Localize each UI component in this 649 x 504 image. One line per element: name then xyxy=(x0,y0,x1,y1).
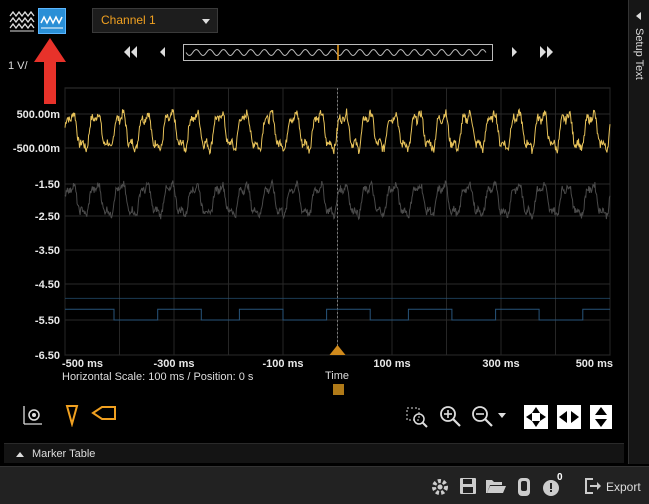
channel-select-value: Channel 1 xyxy=(101,13,156,27)
fit-vertical-icon[interactable] xyxy=(589,404,613,430)
overview-line xyxy=(185,48,487,57)
setup-text-tab[interactable]: Setup Text xyxy=(629,24,649,94)
x-tick-label: 300 ms xyxy=(482,358,519,370)
time-axis-label: Time xyxy=(325,370,350,382)
x-tick-label: -300 ms xyxy=(154,358,195,370)
y-tick-label: -2.50 xyxy=(35,211,60,223)
export-icon[interactable] xyxy=(584,477,602,495)
zoom-region-icon[interactable] xyxy=(405,406,429,428)
x-tick-label: 100 ms xyxy=(373,358,410,370)
save-icon[interactable] xyxy=(459,477,477,495)
x-tick-label: -100 ms xyxy=(263,358,304,370)
zoom-in-icon[interactable] xyxy=(438,404,462,428)
y-tick-label: -4.50 xyxy=(35,279,60,291)
vertical-scale-label: 1 V/ xyxy=(8,60,28,72)
waveform-single-icon xyxy=(40,15,63,29)
x-tick-label: 500 ms xyxy=(576,358,613,370)
vertical-marker-icon[interactable] xyxy=(64,403,80,427)
chevron-up-icon xyxy=(16,452,24,457)
step-back-icon[interactable] xyxy=(154,44,172,60)
chevron-down-icon[interactable] xyxy=(497,412,507,420)
y-tick-label: -500.00m xyxy=(13,143,60,155)
setup-text-label: Setup Text xyxy=(633,28,645,80)
step-forward-icon[interactable] xyxy=(505,44,523,60)
notification-badge: 0 xyxy=(557,472,563,483)
folder-open-icon[interactable] xyxy=(485,477,507,495)
y-tick-label: -6.50 xyxy=(35,350,60,362)
marker-table-toggle[interactable]: Marker Table xyxy=(4,443,624,463)
waveform-plot[interactable]: 500.00m -500.00m -1.50 -2.50 -3.50 -4.50 -5.50… xyxy=(0,76,628,376)
marker-table-label: Marker Table xyxy=(32,448,96,460)
overview-waveform xyxy=(185,45,487,60)
horizontal-scale-text: Horizontal Scale: 100 ms / Position: 0 s xyxy=(62,371,254,383)
waveform-overlay-icon xyxy=(9,10,35,32)
zoom-out-icon[interactable] xyxy=(470,404,494,428)
y-tick-label: -5.50 xyxy=(35,315,60,327)
horizontal-marker-icon[interactable] xyxy=(90,404,118,422)
time-position-button[interactable] xyxy=(333,384,344,395)
y-tick-label: -1.50 xyxy=(35,179,60,191)
device-icon[interactable] xyxy=(515,477,533,497)
setup-text-panel[interactable]: Setup Text xyxy=(628,0,649,464)
waveform-overlay-button[interactable] xyxy=(8,8,36,34)
forward-fast-icon[interactable] xyxy=(537,44,555,60)
export-label: Export xyxy=(606,480,641,494)
annotation-arrow-icon xyxy=(34,38,66,104)
gear-icon[interactable] xyxy=(430,477,450,497)
channel-select[interactable]: Channel 1 xyxy=(92,8,218,33)
chevron-left-icon[interactable] xyxy=(636,12,641,20)
chevron-down-icon xyxy=(202,19,210,24)
x-tick-label: -500 ms xyxy=(62,358,103,370)
footer-bar: 0 Export xyxy=(0,466,649,504)
measure-settings-icon[interactable] xyxy=(22,404,44,426)
y-tick-label: 500.00m xyxy=(17,109,61,121)
fit-horizontal-icon[interactable] xyxy=(556,404,582,430)
waveform-overview-bar[interactable] xyxy=(183,44,493,61)
y-tick-label: -3.50 xyxy=(35,245,60,257)
scope-app: Channel 1 Setup Text 1 V/ 500.00m -500.00… xyxy=(0,0,649,504)
fit-all-icon[interactable] xyxy=(523,404,549,430)
rewind-fast-icon[interactable] xyxy=(122,44,140,60)
waveform-single-button[interactable] xyxy=(38,8,66,34)
